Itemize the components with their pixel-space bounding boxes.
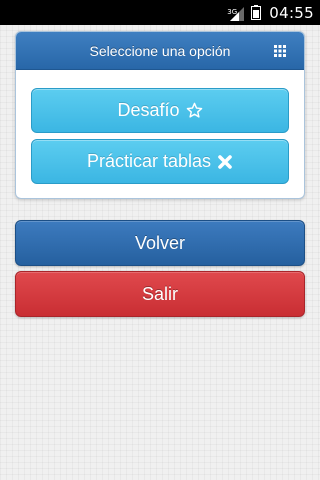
practicar-tablas-label: Prácticar tablas (86, 151, 212, 171)
status-icons: 3G 04:55 (227, 0, 314, 25)
practicar-tablas-button[interactable]: Prácticar tablas (31, 139, 289, 184)
desafio-button[interactable]: Desafío (31, 88, 289, 133)
signal-icon: 3G (227, 5, 245, 21)
star-outline-icon (186, 102, 203, 119)
options-panel: Seleccione una opción Desafío Prácticar (15, 31, 305, 199)
grid-icon[interactable] (274, 44, 286, 57)
close-x-icon (217, 154, 233, 170)
volver-button[interactable]: Volver (15, 220, 305, 266)
status-bar: 3G 04:55 (0, 0, 320, 25)
battery-icon (251, 5, 262, 20)
panel-title: Seleccione una opción (89, 42, 231, 59)
salir-button[interactable]: Salir (15, 271, 305, 317)
desafio-label: Desafío (117, 100, 180, 120)
panel-header: Seleccione una opción (16, 32, 304, 70)
status-clock: 04:55 (269, 3, 314, 22)
